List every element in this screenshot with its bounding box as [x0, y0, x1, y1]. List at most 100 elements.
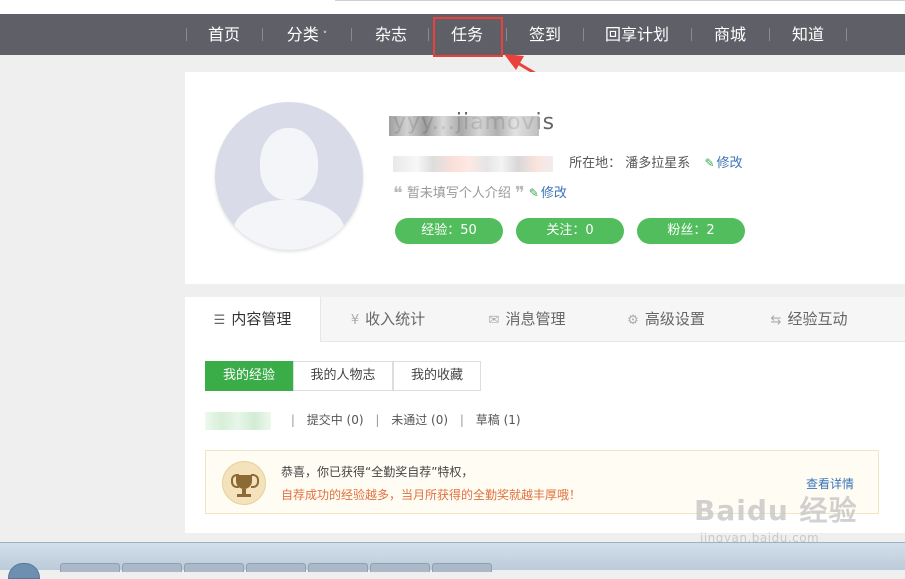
- nav-separator: [583, 28, 584, 41]
- nav-item-category[interactable]: 分类 ˅: [272, 14, 342, 55]
- nav-separator: [846, 28, 847, 41]
- taskbar-app[interactable]: [184, 563, 244, 572]
- tab-experience-interaction[interactable]: ⇆ 经验互动: [737, 297, 881, 341]
- filter-drafts[interactable]: 草稿 (1): [476, 413, 521, 427]
- status-filters: | 提交中 (0) | 未通过 (0) | 草稿 (1): [205, 411, 521, 430]
- redacted-filter: [205, 411, 271, 430]
- redacted-info: [393, 155, 553, 172]
- location-value: 潘多拉星系: [625, 156, 691, 171]
- subtab-label: 我的经验: [222, 368, 275, 383]
- profile-card: yyy...jiamovis 所在地： 潘多拉星系 ✎修改 ❝ 暂未填写个人介绍…: [185, 72, 905, 284]
- nav-separator: [769, 28, 770, 41]
- location-label: 所在地：: [569, 156, 622, 171]
- tab-label: 高级设置: [644, 310, 705, 328]
- subtab-my-profiles[interactable]: 我的人物志: [293, 361, 393, 391]
- subtab-label: 我的收藏: [410, 368, 463, 383]
- tab-message-management[interactable]: ✉ 消息管理: [457, 297, 597, 341]
- baidu-watermark: Baidu 经验 jingyan.baidu.com: [694, 489, 864, 549]
- nav-item-label: 签到: [528, 25, 561, 44]
- tab-label: 消息管理: [505, 310, 566, 328]
- notice-title: 恭喜，你已获得“全勤奖自荐”特权，: [281, 465, 474, 479]
- nav-separator: [691, 28, 692, 41]
- os-taskbar: [0, 542, 905, 579]
- nav-separator: [186, 28, 187, 41]
- watermark-brand: Baidu 经验: [694, 494, 858, 527]
- start-button[interactable]: [8, 563, 40, 579]
- filter-submitting[interactable]: 提交中 (0): [307, 413, 364, 427]
- yen-icon: ¥: [350, 313, 360, 328]
- badge-label: 粉丝：2: [667, 223, 715, 238]
- address-bar-edge: [335, 0, 905, 1]
- nav-item-label: 回享计划: [604, 25, 669, 44]
- taskbar-app[interactable]: [308, 563, 368, 572]
- experience-badge[interactable]: 经验：50: [395, 218, 503, 244]
- tab-label: 收入统计: [365, 310, 426, 328]
- avatar-head: [260, 128, 318, 200]
- pencil-icon: ✎: [528, 186, 539, 200]
- profile-meta: 所在地： 潘多拉星系 ✎ 修改: [393, 152, 743, 172]
- filter-rejected[interactable]: 未通过 (0): [391, 413, 448, 427]
- exchange-icon: ⇆: [770, 313, 782, 328]
- nav-item-home[interactable]: 首页: [196, 14, 252, 55]
- subtab-label: 我的人物志: [310, 368, 376, 383]
- tab-income-stats[interactable]: ¥ 收入统计: [321, 297, 455, 341]
- gear-icon: ⚙: [627, 313, 639, 328]
- nav-item-magazine[interactable]: 杂志: [362, 14, 420, 55]
- subtab-my-favorites[interactable]: 我的收藏: [393, 361, 481, 391]
- taskbar-app[interactable]: [432, 563, 492, 572]
- taskbar-app[interactable]: [122, 563, 182, 572]
- nav-item-label: 任务: [450, 25, 483, 44]
- profile-intro: ❝ 暂未填写个人介绍 ❞ ✎ 修改: [393, 182, 567, 204]
- nav-separator: [262, 28, 263, 41]
- notice-subtitle: 自荐成功的经验越多，当月所获得的全勤奖就越丰厚哦！: [281, 488, 582, 502]
- trophy-icon: [222, 461, 266, 505]
- taskbar-app[interactable]: [370, 563, 430, 572]
- nav-item-label: 商城: [713, 25, 746, 44]
- badge-label: 关注：0: [546, 223, 594, 238]
- edit-location-link[interactable]: ✎ 修改: [704, 156, 742, 171]
- fans-badge[interactable]: 粉丝：2: [637, 218, 745, 244]
- username: yyy...jiamovis: [389, 110, 555, 136]
- edit-label: 修改: [716, 156, 743, 171]
- intro-text: 暂未填写个人介绍: [406, 186, 511, 201]
- taskbar-app[interactable]: [246, 563, 306, 572]
- panel-tabs: ☰ 内容管理 ¥ 收入统计 ✉ 消息管理 ⚙ 高级设置 ⇆ 经验互动: [185, 297, 905, 342]
- nav-item-mall[interactable]: 商城: [701, 14, 759, 55]
- avatar[interactable]: [215, 102, 363, 250]
- nav-item-share-plan[interactable]: 回享计划: [593, 14, 681, 55]
- tab-content-management[interactable]: ☰ 内容管理: [185, 297, 321, 342]
- nav-item-zhidao[interactable]: 知道: [779, 14, 837, 55]
- tab-label: 内容管理: [231, 310, 292, 328]
- subtab-my-experience[interactable]: 我的经验: [205, 361, 293, 391]
- nav-item-label: 首页: [207, 25, 240, 44]
- nav-item-checkin[interactable]: 签到: [516, 14, 574, 55]
- trophy-handle: [231, 474, 239, 488]
- avatar-body: [233, 200, 345, 250]
- pencil-icon: ✎: [704, 156, 715, 170]
- quote-open-icon: ❝: [393, 183, 403, 204]
- nav-item-label: 知道: [791, 25, 824, 44]
- trophy-base: [237, 494, 251, 497]
- nav-separator: [506, 28, 507, 41]
- filter-separator: |: [290, 413, 295, 427]
- tab-label: 经验互动: [787, 310, 848, 328]
- filter-separator: |: [459, 413, 464, 427]
- following-badge[interactable]: 关注：0: [516, 218, 624, 244]
- nav-item-tasks[interactable]: 任务: [438, 14, 496, 55]
- trophy-handle: [251, 474, 259, 488]
- nav-item-label: 分类: [286, 25, 319, 44]
- edit-intro-link[interactable]: ✎ 修改: [529, 186, 567, 201]
- edit-label: 修改: [540, 186, 567, 201]
- nav-separator: [428, 28, 429, 41]
- taskbar-app[interactable]: [60, 563, 120, 572]
- chevron-down-icon: ˅: [322, 31, 328, 41]
- nav-item-label: 杂志: [374, 25, 407, 44]
- badge-label: 经验：50: [421, 223, 477, 238]
- username-redaction: [389, 116, 539, 136]
- browser-top-strip: [0, 0, 905, 14]
- envelope-icon: ✉: [488, 313, 500, 328]
- tab-advanced-settings[interactable]: ⚙ 高级设置: [597, 297, 735, 341]
- filter-separator: |: [375, 413, 380, 427]
- quote-close-icon: ❞: [514, 183, 525, 204]
- list-icon: ☰: [213, 313, 226, 328]
